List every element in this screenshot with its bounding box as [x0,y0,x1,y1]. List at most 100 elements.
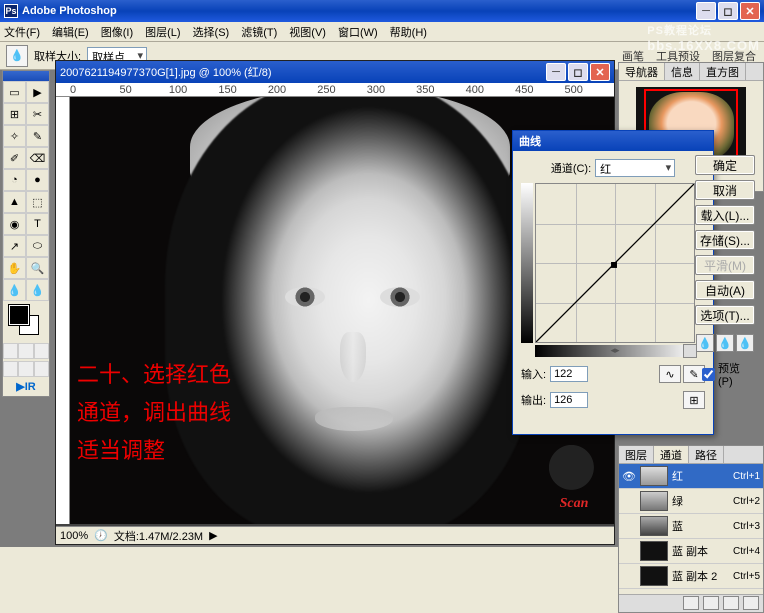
channel-shortcut: Ctrl+2 [733,496,760,507]
document-titlebar[interactable]: 2007621194977370G[1].jpg @ 100% (红/8) ─ … [56,61,614,83]
load-button[interactable]: 载入(L)... [695,205,755,225]
quickmask-modes[interactable] [3,343,49,359]
doc-close-button[interactable]: ✕ [590,63,610,81]
channel-label: 通道(C): [551,160,591,176]
tool-10[interactable]: ▲ [3,191,26,213]
ok-button[interactable]: 确定 [695,155,755,175]
menu-window[interactable]: 窗口(W) [338,24,378,40]
tool-8[interactable]: ◔ [3,169,26,191]
channel-thumb [640,566,668,586]
eyedropper-icon[interactable]: 💧 [6,45,28,67]
visibility-icon[interactable]: 👁 [622,470,636,483]
white-eyedropper-icon[interactable]: 💧 [736,334,754,352]
tool-13[interactable]: T [26,213,49,235]
channel-shortcut: Ctrl+3 [733,521,760,532]
channel-row[interactable]: 蓝 副本Ctrl+4 [619,539,763,564]
menu-layer[interactable]: 图层(L) [145,24,180,40]
workspace: ▭▶⊞✂✧✎✐⌫◔●▲⬚◉T↗⬭✋🔍💧💧 ▶IR 200762119497737… [0,70,764,547]
zoom-value[interactable]: 100% [60,530,88,542]
watermark-text: PS教程论坛 bbs.16XX8.COM [647,22,760,53]
save-button[interactable]: 存储(S)... [695,230,755,250]
tool-2[interactable]: ⊞ [3,103,26,125]
tab-paths[interactable]: 路径 [689,446,724,463]
gray-eyedropper-icon[interactable]: 💧 [716,334,734,352]
channels-palette[interactable]: 图层 通道 路径 👁 红 Ctrl+1 绿Ctrl+2蓝Ctrl+3蓝 副本Ctrl+… [618,445,764,613]
channels-footer [619,594,763,612]
tool-18[interactable]: 💧 [3,279,26,301]
foreground-color[interactable] [9,305,29,325]
black-eyedropper-icon[interactable]: 💧 [696,334,714,352]
tab-histogram[interactable]: 直方图 [700,63,746,80]
maximize-button[interactable]: ◻ [718,2,738,20]
channel-shortcut: Ctrl+4 [733,546,760,557]
ruler-horizontal: 050100150200250300350400450500 [56,83,614,97]
tool-3[interactable]: ✂ [26,103,49,125]
tool-5[interactable]: ✎ [26,125,49,147]
menu-image[interactable]: 图像(I) [101,24,133,40]
tool-19[interactable]: 💧 [26,279,49,301]
photoshop-icon: Ps [4,4,18,18]
screen-modes[interactable] [3,361,49,377]
doc-maximize-button[interactable]: ◻ [568,63,588,81]
input-label: 输入: [521,366,546,382]
tab-navigator[interactable]: 导航器 [619,63,665,80]
tool-17[interactable]: 🔍 [26,257,49,279]
toolbox: ▭▶⊞✂✧✎✐⌫◔●▲⬚◉T↗⬭✋🔍💧💧 ▶IR [2,70,50,397]
menu-edit[interactable]: 编辑(E) [52,24,89,40]
tab-layers[interactable]: 图层 [619,446,654,463]
menu-help[interactable]: 帮助(H) [390,24,427,40]
tool-1[interactable]: ▶ [26,81,49,103]
app-title: Adobe Photoshop [22,5,117,17]
tool-9[interactable]: ● [26,169,49,191]
delete-channel-icon[interactable] [743,596,759,610]
tool-6[interactable]: ✐ [3,147,26,169]
tab-channels[interactable]: 通道 [654,446,689,463]
channel-shortcut: Ctrl+1 [733,471,760,482]
minimize-button[interactable]: ─ [696,2,716,20]
tool-11[interactable]: ⬚ [26,191,49,213]
annotation-line-3: 适当调整 [77,433,165,469]
tool-12[interactable]: ◉ [3,213,26,235]
load-selection-icon[interactable] [683,596,699,610]
tool-0[interactable]: ▭ [3,81,26,103]
tab-info[interactable]: 信息 [665,63,700,80]
curve-mode-spline-icon[interactable]: ∿ [659,365,681,383]
tool-7[interactable]: ⌫ [26,147,49,169]
menu-select[interactable]: 选择(S) [193,24,230,40]
channel-row[interactable]: 蓝Ctrl+3 [619,514,763,539]
curves-buttons: 确定 取消 载入(L)... 存储(S)... 平滑(M) 自动(A) 选项(T… [716,155,762,388]
doc-size: 文档:1.47M/2.23M [114,528,203,544]
channel-name: 红 [672,468,729,484]
save-selection-icon[interactable] [703,596,719,610]
close-button[interactable]: ✕ [740,2,760,20]
auto-button[interactable]: 自动(A) [695,280,755,300]
curves-grid-toggle-icon[interactable]: ⊞ [683,391,705,409]
color-swatches[interactable] [3,301,49,341]
curves-titlebar[interactable]: 曲线 [513,131,713,151]
menu-file[interactable]: 文件(F) [4,24,40,40]
curves-dialog[interactable]: 曲线 通道(C): 红 ◂▸ 输入: 122 ∿ ✎ [512,130,714,435]
cancel-button[interactable]: 取消 [695,180,755,200]
channel-row[interactable]: 绿Ctrl+2 [619,489,763,514]
smooth-button: 平滑(M) [695,255,755,275]
tool-16[interactable]: ✋ [3,257,26,279]
channel-dropdown[interactable]: 红 [595,159,675,177]
tool-14[interactable]: ↗ [3,235,26,257]
doc-minimize-button[interactable]: ─ [546,63,566,81]
input-value[interactable]: 122 [550,366,588,382]
menu-filter[interactable]: 滤镜(T) [241,24,277,40]
new-channel-icon[interactable] [723,596,739,610]
channel-thumb [640,541,668,561]
preview-checkbox[interactable]: 预览(P) [702,360,748,388]
tool-15[interactable]: ⬭ [26,235,49,257]
channel-row[interactable]: 蓝 副本 2Ctrl+5 [619,564,763,589]
channel-thumb [640,466,668,486]
output-value[interactable]: 126 [550,392,588,408]
ruler-vertical [56,97,70,524]
channel-row[interactable]: 👁 红 Ctrl+1 [619,464,763,489]
menu-view[interactable]: 视图(V) [289,24,326,40]
options-button[interactable]: 选项(T)... [695,305,755,325]
annotation-line-1: 二十、选择红色 [77,357,231,393]
curves-graph[interactable] [535,183,695,343]
tool-4[interactable]: ✧ [3,125,26,147]
